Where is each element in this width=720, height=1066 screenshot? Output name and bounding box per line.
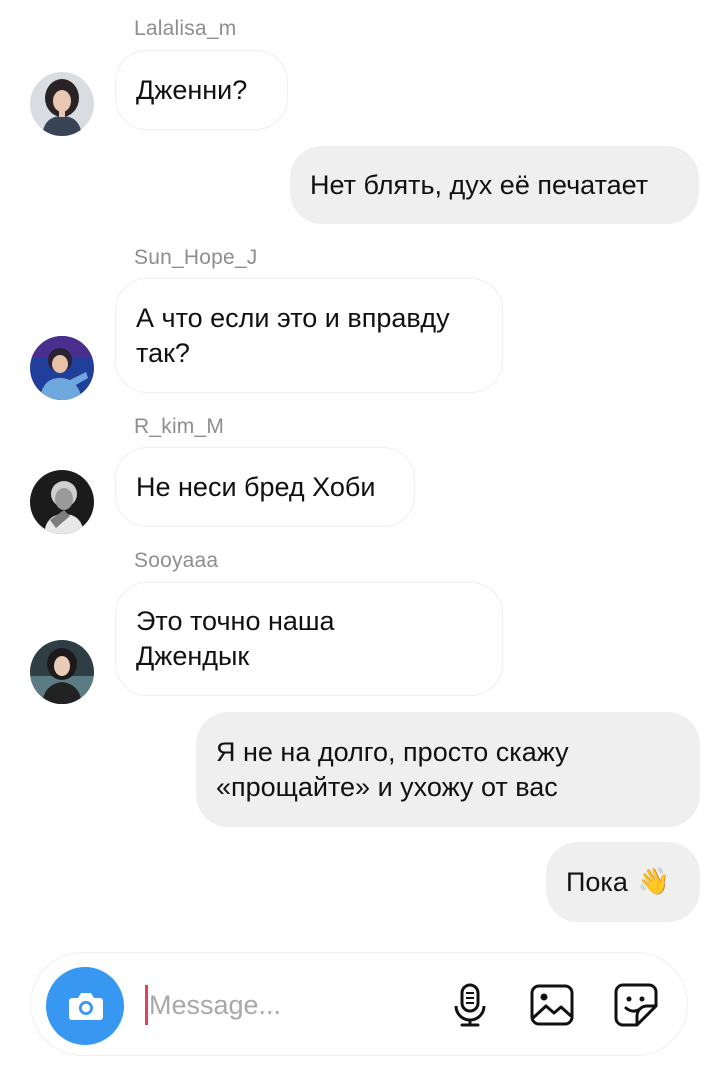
avatar[interactable] [30, 640, 94, 704]
microphone-icon [454, 983, 486, 1027]
sender-name: Sun_Hope_J [134, 246, 258, 269]
sender-name: Lalalisa_m [134, 17, 237, 40]
message-text: А что если это и вправду так? [136, 302, 450, 368]
incoming-message-bubble[interactable]: А что если это и вправду так? [115, 278, 503, 393]
avatar[interactable] [30, 72, 94, 136]
avatar[interactable] [30, 470, 94, 534]
message-input[interactable] [149, 981, 439, 1029]
gallery-icon [530, 984, 574, 1026]
gallery-button[interactable] [527, 980, 577, 1030]
sticker-icon [614, 983, 658, 1027]
avatar-image [30, 640, 94, 704]
avatar[interactable] [30, 336, 94, 400]
incoming-message-bubble[interactable]: Дженни? [115, 50, 288, 130]
message-text: Не неси бред Хоби [136, 471, 376, 502]
avatar-image [30, 336, 94, 400]
message-text: Я не на долго, просто скажу «прощайте» и… [216, 736, 569, 802]
message-text: Нет блять, дух её печатает [310, 169, 649, 200]
camera-icon [69, 993, 103, 1020]
incoming-message-bubble[interactable]: Это точно наша Джендык [115, 582, 503, 696]
incoming-message-bubble[interactable]: Не неси бред Хоби [115, 447, 415, 527]
avatar-image [30, 72, 94, 136]
message-composer [30, 952, 688, 1056]
text-caret [145, 985, 148, 1025]
chat-thread: Lalalisa_m Дженни? Нет блять, дух её печ… [0, 0, 720, 940]
avatar-image [30, 470, 94, 534]
waving-hand-emoji: 👋 [637, 866, 671, 897]
sender-name: R_kim_M [134, 415, 225, 438]
message-text: Дженни? [136, 74, 248, 105]
outgoing-message-bubble[interactable]: Пока 👋 [546, 842, 700, 922]
camera-button[interactable] [46, 967, 124, 1045]
message-text: Это точно наша Джендык [136, 606, 335, 671]
message-text: Пока [566, 866, 628, 897]
outgoing-message-bubble[interactable]: Я не на долго, просто скажу «прощайте» и… [196, 712, 700, 827]
sticker-button[interactable] [611, 980, 661, 1030]
microphone-button[interactable] [445, 980, 495, 1030]
outgoing-message-bubble[interactable]: Нет блять, дух её печатает [290, 146, 699, 224]
sender-name: Sooyaaa [134, 549, 219, 572]
